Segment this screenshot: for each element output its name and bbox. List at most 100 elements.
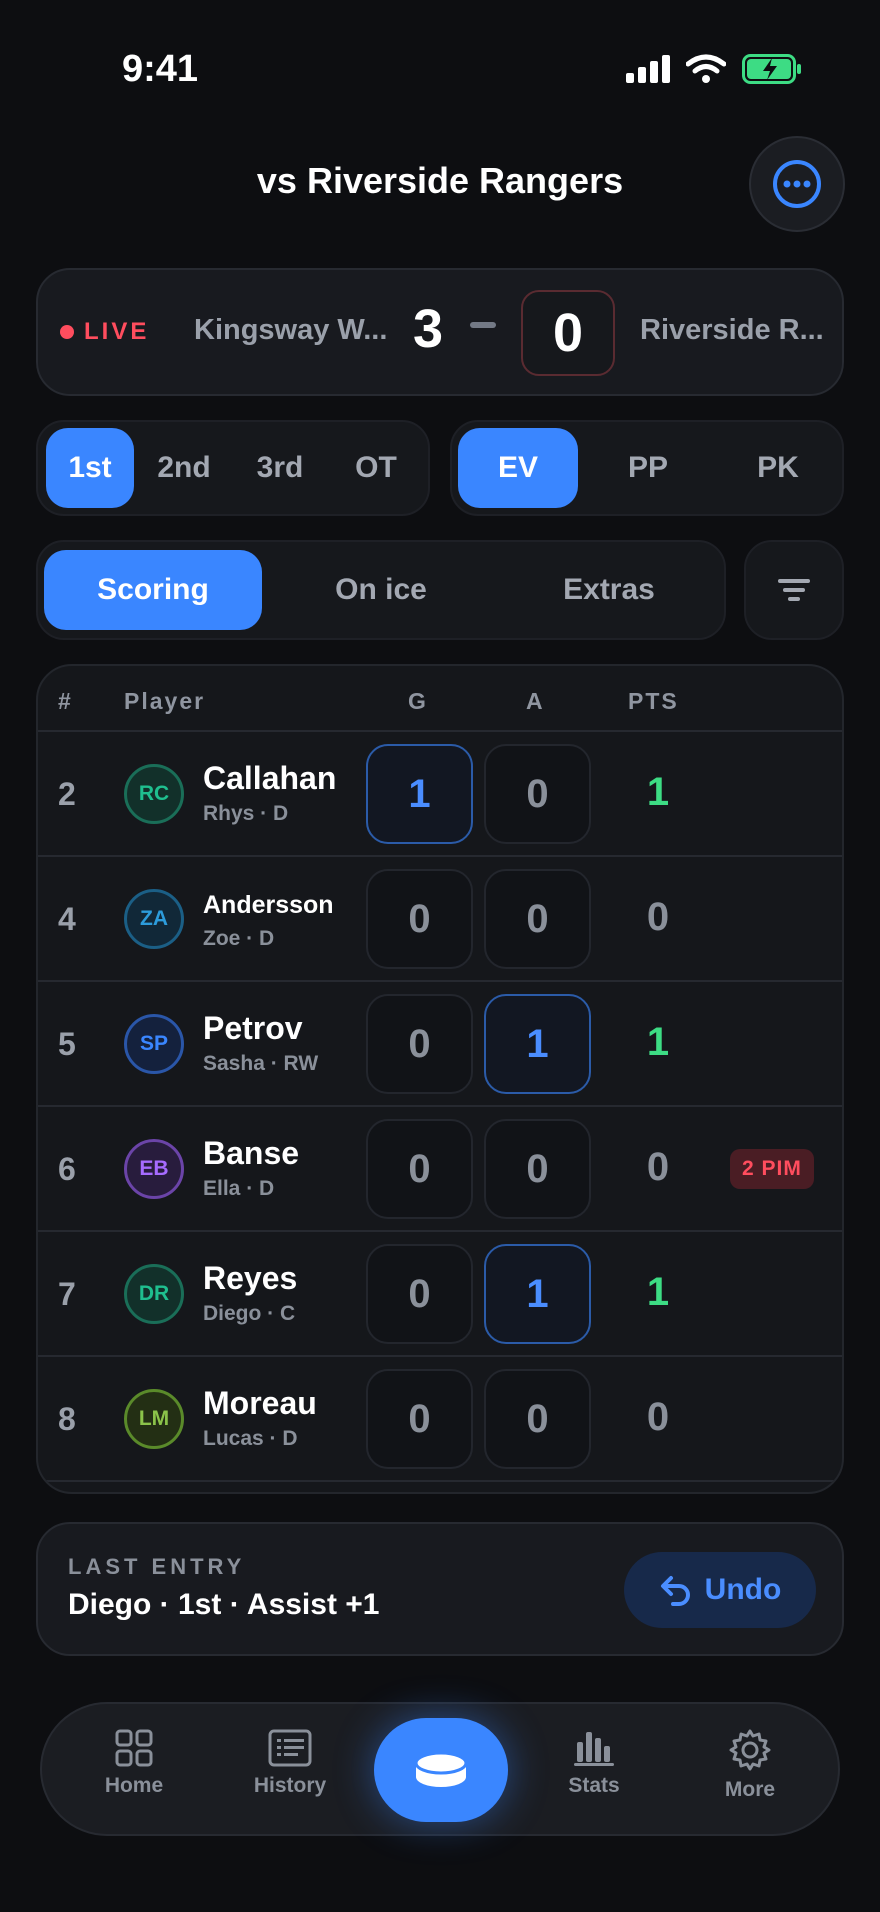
view-tab-scoring[interactable]: Scoring: [44, 550, 262, 630]
assists-cell[interactable]: 1: [484, 994, 591, 1094]
away-score[interactable]: 0: [521, 290, 615, 376]
assists-cell[interactable]: 0: [484, 744, 591, 844]
ellipsis-circle-icon: [773, 160, 821, 208]
period-tab-ot[interactable]: OT: [332, 428, 420, 508]
player-subtitle: Zoe · D: [203, 927, 275, 950]
nav-more[interactable]: More: [690, 1728, 810, 1802]
nav-history[interactable]: History: [230, 1728, 350, 1798]
goals-cell[interactable]: 0: [366, 1369, 473, 1469]
player-name: Andersson: [203, 891, 334, 919]
goals-cell[interactable]: 1: [366, 744, 473, 844]
player-number: 7: [58, 1276, 76, 1312]
score-separator: [470, 322, 496, 328]
points-value: 1: [646, 1270, 670, 1314]
status-bar: 9:41: [0, 0, 880, 140]
points-value: 0: [646, 1395, 670, 1439]
table-row[interactable]: 4 ZA Andersson Zoe · D 0 0 0: [38, 857, 842, 982]
table-row[interactable]: 2 RC Callahan Rhys · D 1 0 1: [38, 732, 842, 857]
undo-button[interactable]: Undo: [624, 1552, 816, 1628]
points-value: 1: [646, 770, 670, 814]
table-row[interactable]: 6 EB Banse Ella · D 0 0 0 2 PIM: [38, 1107, 842, 1232]
header-goals: G: [408, 688, 428, 714]
filter-lines-icon: [778, 579, 810, 601]
undo-label: Undo: [704, 1573, 782, 1606]
live-dot-icon: [60, 325, 74, 339]
player-name: Callahan: [203, 760, 337, 796]
player-subtitle: Diego · C: [203, 1302, 296, 1325]
document-list-icon: [268, 1729, 312, 1767]
away-team-name: Riverside R...: [640, 314, 824, 346]
assists-cell[interactable]: 1: [484, 1244, 591, 1344]
table-row[interactable]: 5 SP Petrov Sasha · RW 0 1 1: [38, 982, 842, 1107]
avatar: RC: [124, 764, 184, 824]
cellular-signal-icon: [626, 55, 670, 83]
penalty-minutes-badge: 2 PIM: [730, 1149, 814, 1189]
scoreboard: LIVE Kingsway W... 3 0 Riverside R...: [36, 268, 844, 396]
strength-tab-ev[interactable]: EV: [458, 428, 578, 508]
avatar: DR: [124, 1264, 184, 1324]
player-subtitle: Sasha · RW: [203, 1052, 319, 1075]
last-entry-value: Diego · 1st · Assist +1: [68, 1588, 380, 1621]
nav-stats[interactable]: Stats: [534, 1728, 654, 1798]
nav-home-label: Home: [104, 1774, 164, 1797]
hockey-puck-icon: [414, 1751, 468, 1787]
table-row-partial[interactable]: [38, 1482, 842, 1492]
filter-button[interactable]: [744, 540, 844, 640]
home-score[interactable]: 3: [413, 298, 443, 360]
avatar: EB: [124, 1139, 184, 1199]
view-selector: Scoring On ice Extras: [36, 540, 726, 640]
table-row[interactable]: 8 LM Moreau Lucas · D 0 0 0: [38, 1357, 842, 1482]
player-name: Moreau: [203, 1385, 317, 1421]
live-label: LIVE: [84, 318, 150, 345]
view-tab-extras[interactable]: Extras: [500, 550, 718, 630]
goals-cell[interactable]: 0: [366, 1119, 473, 1219]
grid-icon: [115, 1729, 153, 1767]
period-tab-2nd[interactable]: 2nd: [140, 428, 228, 508]
player-name: Reyes: [203, 1260, 298, 1296]
period-selector: 1st 2nd 3rd OT: [36, 420, 430, 516]
player-name: Petrov: [203, 1010, 303, 1046]
gear-icon: [729, 1729, 771, 1771]
wifi-icon: [686, 54, 726, 83]
period-tab-3rd[interactable]: 3rd: [236, 428, 324, 508]
player-name: Banse: [203, 1135, 300, 1171]
header-number: #: [58, 688, 73, 714]
undo-arrow-icon: [660, 1576, 690, 1606]
player-subtitle: Ella · D: [203, 1177, 275, 1200]
avatar: ZA: [124, 889, 184, 949]
page-title: vs Riverside Rangers: [256, 160, 624, 201]
avatar: SP: [124, 1014, 184, 1074]
record-event-button[interactable]: [374, 1718, 508, 1822]
period-tab-1st[interactable]: 1st: [46, 428, 134, 508]
player-number: 8: [58, 1401, 76, 1437]
nav-stats-label: Stats: [568, 1774, 620, 1797]
player-number: 5: [58, 1026, 76, 1062]
player-number: 2: [58, 776, 76, 812]
live-indicator: LIVE: [60, 318, 149, 346]
points-value: 0: [646, 1145, 670, 1189]
goals-cell[interactable]: 0: [366, 869, 473, 969]
assists-cell[interactable]: 0: [484, 869, 591, 969]
strength-tab-pk[interactable]: PK: [718, 428, 838, 508]
view-tab-on-ice[interactable]: On ice: [272, 550, 490, 630]
header-points: PTS: [628, 688, 679, 714]
goals-cell[interactable]: 0: [366, 994, 473, 1094]
avatar: LM: [124, 1389, 184, 1449]
battery-charging-icon: [742, 54, 801, 84]
header-assists: A: [526, 688, 545, 714]
header-player: Player: [124, 688, 206, 714]
assists-cell[interactable]: 0: [484, 1119, 591, 1219]
table-row[interactable]: 7 DR Reyes Diego · C 0 1 1: [38, 1232, 842, 1357]
nav-more-label: More: [724, 1778, 776, 1801]
more-options-button[interactable]: [749, 136, 845, 232]
nav-history-label: History: [253, 1774, 327, 1797]
strength-tab-pp[interactable]: PP: [588, 428, 708, 508]
player-number: 6: [58, 1151, 76, 1187]
last-entry-card: LAST ENTRY Diego · 1st · Assist +1 Undo: [36, 1522, 844, 1656]
assists-cell[interactable]: 0: [484, 1369, 591, 1469]
table-header: # Player G A PTS: [38, 666, 842, 732]
goals-cell[interactable]: 0: [366, 1244, 473, 1344]
home-team-name: Kingsway W...: [194, 314, 388, 346]
nav-home[interactable]: Home: [74, 1728, 194, 1798]
scoring-table: # Player G A PTS 2 RC Callahan Rhys · D …: [36, 664, 844, 1494]
